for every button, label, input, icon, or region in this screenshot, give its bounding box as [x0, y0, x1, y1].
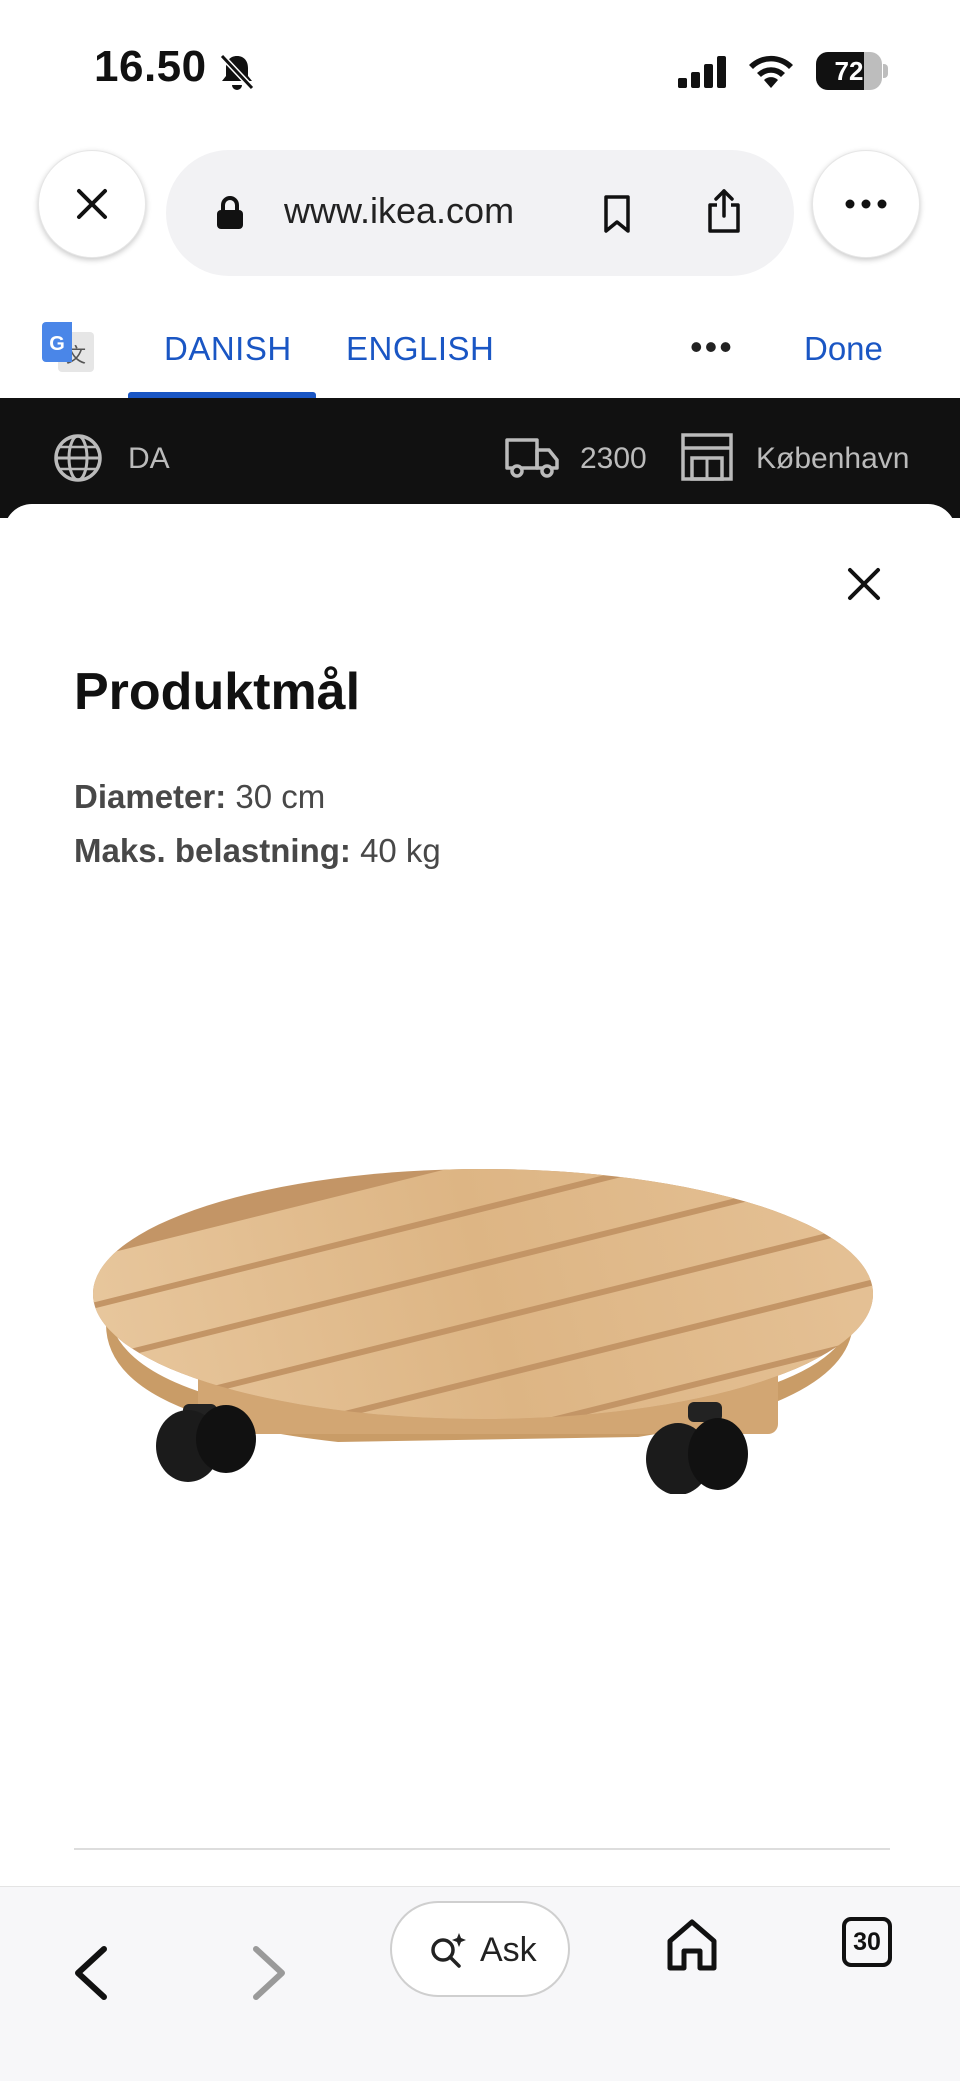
dimension-label: Diameter: [74, 778, 227, 815]
bell-muted-icon [219, 53, 255, 91]
cellular-signal-icon [678, 56, 726, 88]
delivery-postcode[interactable]: 2300 [580, 442, 647, 476]
close-icon[interactable] [842, 562, 886, 606]
address-bar[interactable]: www.ikea.com [166, 150, 794, 276]
lock-icon [217, 196, 243, 229]
modal-title: Produktmål [74, 663, 361, 721]
done-button[interactable]: Done [804, 330, 883, 368]
dimension-label: Maks. belastning: [74, 832, 351, 869]
translate-bar: 文 G DANISH ENGLISH ••• Done [0, 300, 960, 398]
product-image [93, 1169, 873, 1494]
delivery-truck-icon[interactable] [504, 434, 560, 480]
tab-count: 30 [853, 1928, 881, 1956]
home-icon[interactable] [664, 1917, 720, 1973]
tabs-button[interactable]: 30 [842, 1917, 892, 1967]
selected-store[interactable]: København [756, 442, 909, 476]
back-icon[interactable] [68, 1943, 116, 2003]
forward-icon[interactable] [244, 1943, 292, 2003]
dimension-row: Diameter: 30 cm [74, 778, 325, 816]
share-icon[interactable] [706, 188, 742, 234]
battery-indicator: 72 [816, 52, 888, 90]
svg-text:G: G [49, 333, 65, 355]
divider [74, 1848, 890, 1850]
browser-bottom-bar: Ask 30 [0, 1886, 960, 2081]
bookmark-icon[interactable] [602, 194, 632, 234]
dimension-value: 30 cm [235, 778, 326, 815]
url-text[interactable]: www.ikea.com [284, 190, 514, 232]
more-icon [845, 199, 887, 209]
google-translate-icon: 文 G [42, 322, 94, 372]
close-icon [77, 189, 107, 219]
more-options-button[interactable] [812, 150, 920, 258]
ask-button[interactable]: Ask [390, 1901, 570, 1997]
product-dimensions-modal: Produktmål Diameter: 30 cm Maks. belastn… [4, 504, 956, 1964]
sparkle-search-icon [431, 1933, 466, 1968]
battery-percent: 72 [834, 56, 864, 86]
tab-source-language[interactable]: DANISH [164, 330, 292, 368]
dimension-value: 40 kg [360, 832, 441, 869]
wifi-icon [749, 55, 793, 88]
store-icon[interactable] [680, 432, 734, 482]
site-language[interactable]: DA [128, 442, 170, 476]
translate-more-button[interactable]: ••• [690, 326, 734, 368]
site-header: DA 2300 København [0, 398, 960, 518]
status-bar: 16.50 72 [0, 0, 960, 140]
tab-target-language[interactable]: ENGLISH [346, 330, 494, 368]
dimension-row: Maks. belastning: 40 kg [74, 832, 441, 870]
globe-icon[interactable] [52, 432, 104, 484]
close-tab-button[interactable] [38, 150, 146, 258]
ask-label: Ask [480, 1931, 537, 1969]
status-time: 16.50 [94, 42, 207, 91]
